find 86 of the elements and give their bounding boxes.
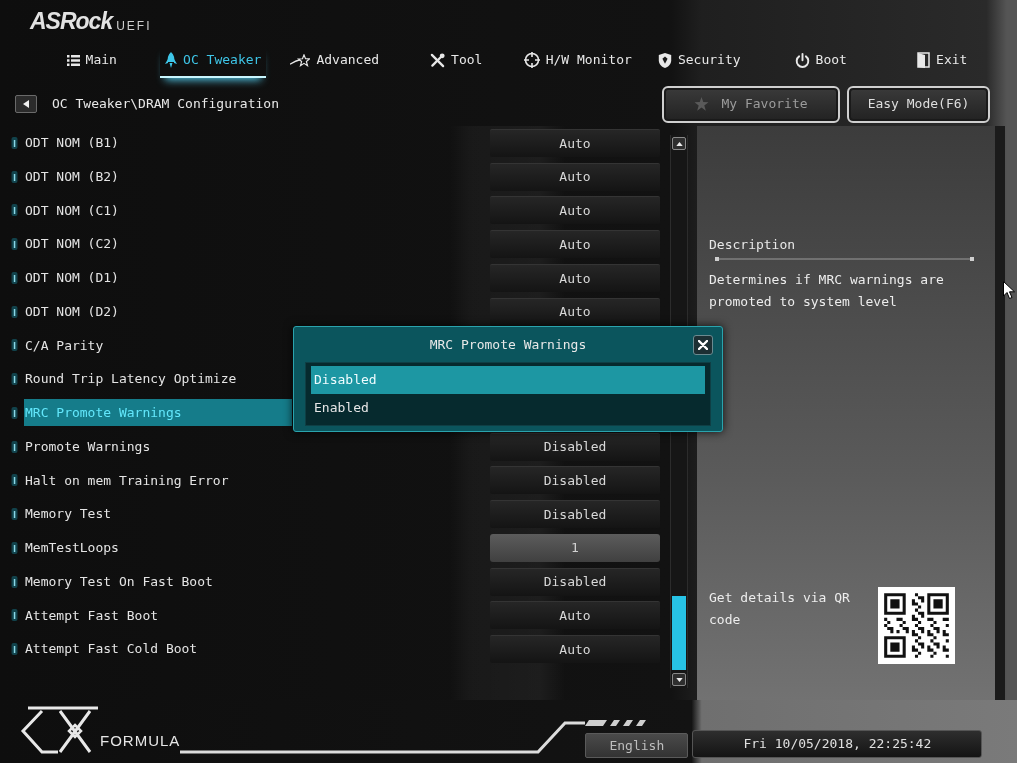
info-marker-icon — [11, 305, 18, 318]
description-heading: Description — [709, 236, 796, 254]
date-time-display: Fri 10/05/2018, 22:25:42 — [692, 730, 983, 758]
info-marker-icon — [11, 170, 18, 183]
power-icon — [794, 52, 810, 68]
nav-tab[interactable]: Advanced — [285, 44, 385, 78]
toolbar-button[interactable]: Easy Mode(F6) — [847, 85, 990, 123]
setting-label[interactable]: Promote Warnings — [24, 436, 151, 457]
popup-option[interactable]: Enabled — [311, 394, 705, 422]
setting-label[interactable]: Attempt Fast Cold Boot — [24, 639, 198, 659]
rocket-icon — [165, 52, 178, 68]
setting-label[interactable]: ODT NOM (B1) — [24, 133, 119, 153]
info-marker-icon — [11, 541, 18, 554]
setting-label[interactable]: ODT NOM (C1) — [24, 200, 119, 221]
qr-hint-text: Get details via QR code — [709, 589, 851, 629]
value-dropdown[interactable]: Disabled — [490, 466, 660, 495]
nav-tab[interactable]: Boot — [789, 44, 852, 78]
value-dropdown[interactable]: Auto — [490, 297, 660, 326]
setting-label[interactable]: Memory Test On Fast Boot — [24, 571, 213, 592]
tools-icon — [430, 52, 446, 68]
logo-suffix: UEFI — [116, 19, 152, 33]
value-dropdown[interactable]: Disabled — [490, 500, 660, 529]
scroll-down-button[interactable] — [672, 673, 686, 686]
value-dropdown[interactable]: Disabled — [490, 432, 660, 461]
setting-label[interactable]: Memory Test — [24, 504, 112, 524]
value-dropdown[interactable]: Disabled — [490, 567, 660, 596]
number-field[interactable]: 1 — [490, 533, 660, 562]
setting-label[interactable]: Halt on mem Training Error — [24, 470, 229, 491]
nav-tab[interactable]: Security — [652, 44, 746, 78]
down-triangle-icon — [675, 677, 683, 682]
value-dropdown[interactable]: Auto — [490, 162, 660, 191]
back-button[interactable] — [15, 95, 37, 113]
formula-logo-icon — [18, 705, 100, 755]
setting-label[interactable]: ODT NOM (D2) — [24, 301, 119, 322]
info-marker-icon — [11, 271, 18, 284]
star-icon — [694, 97, 710, 111]
info-marker-icon — [11, 406, 18, 419]
logo-text: ASRock — [30, 9, 113, 33]
nav-tab[interactable]: OC Tweaker — [160, 44, 267, 78]
toolbar-button[interactable]: My Favorite — [662, 85, 840, 123]
description-text: Determines if MRC warnings are promoted to system level — [709, 271, 945, 311]
info-marker-icon — [11, 440, 18, 453]
info-marker-icon — [11, 136, 18, 149]
mouse-pointer-icon — [1003, 281, 1015, 299]
shield-icon — [657, 52, 672, 68]
list-icon — [66, 54, 80, 66]
value-dropdown[interactable]: Auto — [490, 601, 660, 630]
popup-title: MRC Promote Warnings — [429, 335, 587, 354]
value-dropdown[interactable]: Auto — [490, 263, 660, 292]
value-dropdown[interactable]: Auto — [490, 196, 660, 225]
setting-label[interactable]: MemTestLoops — [24, 538, 119, 558]
nav-tab[interactable]: Main — [61, 44, 122, 78]
brand-text: FORMULA — [100, 733, 181, 749]
qr-code-icon — [878, 587, 955, 664]
nav-tab[interactable]: Exit — [912, 44, 973, 78]
info-marker-icon — [11, 474, 18, 487]
setting-label[interactable]: ODT NOM (B2) — [24, 166, 119, 187]
setting-label[interactable]: Attempt Fast Boot — [24, 605, 159, 626]
star-icon — [290, 53, 311, 67]
close-button[interactable] — [693, 334, 713, 355]
setting-label[interactable]: C/A Parity — [24, 335, 104, 356]
setting-label[interactable]: Round Trip Latency Optimize — [24, 369, 237, 389]
up-triangle-icon — [675, 141, 683, 146]
language-button[interactable]: English — [585, 733, 689, 758]
info-marker-icon — [11, 373, 18, 386]
info-marker-icon — [11, 575, 18, 588]
left-triangle-icon — [23, 100, 29, 108]
value-dropdown[interactable]: Auto — [490, 635, 660, 664]
crosshair-icon — [523, 52, 540, 68]
setting-label[interactable]: ODT NOM (D1) — [24, 268, 119, 288]
nav-tab[interactable]: Tool — [425, 44, 488, 78]
value-dropdown[interactable]: Auto — [490, 128, 660, 157]
info-marker-icon — [11, 508, 18, 521]
door-icon — [917, 52, 931, 68]
setting-label[interactable]: ODT NOM (C2) — [24, 234, 119, 254]
scroll-up-button[interactable] — [672, 137, 686, 150]
breadcrumb-path: OC Tweaker\DRAM Configuration — [52, 95, 279, 114]
nav-tab[interactable]: H/W Monitor — [518, 44, 637, 78]
value-dropdown[interactable]: Auto — [490, 230, 660, 259]
close-icon — [698, 339, 708, 350]
info-marker-icon — [11, 339, 18, 352]
info-marker-icon — [11, 204, 18, 217]
info-marker-icon — [11, 643, 18, 656]
info-marker-icon — [11, 238, 18, 251]
scrollbar-thumb[interactable] — [672, 596, 686, 670]
info-marker-icon — [11, 609, 18, 622]
